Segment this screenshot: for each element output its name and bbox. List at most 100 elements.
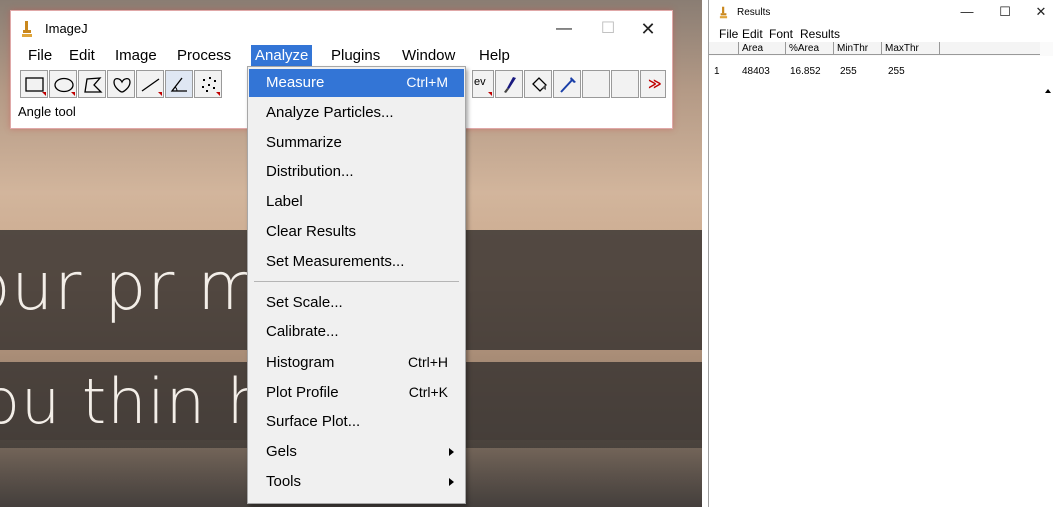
cell-minthr: 255 <box>840 66 857 77</box>
dropper-tool-button[interactable] <box>553 70 581 98</box>
polygon-tool-button[interactable] <box>78 70 106 98</box>
results-title: Results <box>737 7 771 18</box>
close-button[interactable]: ✕ <box>1029 4 1053 20</box>
angle-tool-button[interactable] <box>165 70 193 98</box>
menu-window[interactable]: Window <box>400 45 457 67</box>
maximize-button[interactable]: ☐ <box>588 17 628 41</box>
tool-menu-indicator <box>71 92 75 96</box>
double-chevron-right-icon: ≫ <box>648 76 662 91</box>
column-header-empty <box>940 42 1040 55</box>
results-table-header: Area %Area MinThr MaxThr <box>709 42 1053 93</box>
tool-menu-indicator <box>42 92 46 96</box>
menu-file[interactable]: File <box>26 45 54 67</box>
oval-tool-button[interactable] <box>49 70 77 98</box>
more-tools-button[interactable]: ≫ <box>640 70 666 98</box>
menu-item-label: Summarize <box>266 134 342 151</box>
imagej-app-icon <box>719 6 728 19</box>
menu-item-distribution[interactable]: Distribution... <box>249 158 464 186</box>
imagej-app-icon <box>22 21 32 37</box>
menu-separator <box>254 281 459 282</box>
menu-item-label: Measure <box>266 74 325 91</box>
freehand-icon <box>113 77 131 93</box>
menu-item-clear-results[interactable]: Clear Results <box>249 218 464 246</box>
menu-item-label: Analyze Particles... <box>266 104 394 121</box>
text-tool-button[interactable]: ev <box>472 70 494 98</box>
menu-item-calibrate[interactable]: Calibrate... <box>249 318 464 346</box>
menu-help[interactable]: Help <box>477 45 512 67</box>
menu-item-label: Histogram <box>266 354 335 371</box>
minimize-button[interactable]: — <box>955 4 979 19</box>
submenu-arrow-icon <box>449 448 454 456</box>
empty-tool-slot[interactable] <box>582 70 610 98</box>
menu-process[interactable]: Process <box>175 45 233 67</box>
imagej-menubar: File Edit Image Process Analyze Plugins … <box>11 45 672 67</box>
status-bar: Angle tool <box>18 104 76 119</box>
cell-area: 48403 <box>742 66 770 77</box>
results-menu-file[interactable]: File <box>719 27 738 41</box>
column-header-area[interactable]: Area <box>739 42 786 55</box>
submenu-arrow-icon <box>449 478 454 486</box>
menu-item-label: Set Measurements... <box>266 253 405 270</box>
menu-edit[interactable]: Edit <box>67 45 97 67</box>
cell-percent-area: 16.852 <box>790 66 821 77</box>
angle-icon <box>170 77 187 92</box>
tool-menu-indicator <box>158 92 162 96</box>
maximize-button[interactable]: ☐ <box>993 4 1017 20</box>
point-tool-button[interactable] <box>194 70 222 98</box>
column-header-index[interactable] <box>709 42 739 55</box>
menu-item-label: Gels <box>266 443 297 460</box>
menu-item-label: Tools <box>266 473 302 490</box>
menu-item-shortcut: Ctrl+K <box>408 384 448 400</box>
menu-item-analyze-particles[interactable]: Analyze Particles... <box>249 99 464 127</box>
empty-tool-slot[interactable] <box>611 70 639 98</box>
dropper-icon <box>560 77 576 93</box>
close-button[interactable]: ✕ <box>628 17 668 41</box>
menu-item-label: Calibrate... <box>266 323 339 340</box>
freehand-tool-button[interactable] <box>107 70 135 98</box>
menu-item-surface-plot[interactable]: Surface Plot... <box>249 408 464 436</box>
menu-item-shortcut: Ctrl+M <box>406 74 448 90</box>
menu-item-label: Clear Results <box>266 223 357 240</box>
menu-item-set-scale[interactable]: Set Scale... <box>249 289 464 317</box>
analyze-dropdown-menu: Measure Ctrl+M Analyze Particles... Summ… <box>247 66 466 504</box>
polygon-icon <box>84 77 103 93</box>
menu-item-summarize[interactable]: Summarize <box>249 129 464 157</box>
results-titlebar[interactable]: Results — ☐ ✕ <box>709 0 1053 24</box>
menu-item-plot-profile[interactable]: Plot Profile Ctrl+K <box>249 379 464 407</box>
menu-item-label: Distribution... <box>266 163 354 180</box>
results-table-body <box>709 56 1053 507</box>
line-tool-button[interactable] <box>136 70 164 98</box>
menu-item-label-cmd[interactable]: Label <box>249 188 464 216</box>
text-tool-label: ev <box>474 76 486 88</box>
cell-index: 1 <box>714 66 720 77</box>
menu-item-shortcut: Ctrl+H <box>407 354 448 370</box>
column-header-minthr[interactable]: MinThr <box>834 42 882 55</box>
menu-item-set-measurements[interactable]: Set Measurements... <box>249 248 464 276</box>
tool-menu-indicator <box>488 92 492 96</box>
fill-tool-button[interactable] <box>524 70 552 98</box>
results-menu-edit[interactable]: Edit <box>742 27 763 41</box>
menu-item-histogram[interactable]: Histogram Ctrl+H <box>249 349 464 377</box>
rectangle-tool-button[interactable] <box>20 70 48 98</box>
imagej-titlebar[interactable]: ImageJ — ☐ ✕ <box>11 11 672 47</box>
menu-item-tools[interactable]: Tools <box>249 468 464 496</box>
column-header-maxthr[interactable]: MaxThr <box>882 42 940 55</box>
menu-item-gels[interactable]: Gels <box>249 438 464 466</box>
brush-icon <box>504 77 516 93</box>
menu-item-measure[interactable]: Measure Ctrl+M <box>249 69 464 97</box>
menu-image[interactable]: Image <box>113 45 159 67</box>
menu-item-label: Label <box>266 193 303 210</box>
tool-menu-indicator <box>216 92 220 96</box>
menu-analyze[interactable]: Analyze <box>251 45 313 67</box>
bucket-icon <box>532 77 547 92</box>
results-window: Results — ☐ ✕ File Edit Font Results Are… <box>708 0 1053 507</box>
menu-item-label: Surface Plot... <box>266 413 361 430</box>
menu-plugins[interactable]: Plugins <box>329 45 382 67</box>
menu-item-label: Plot Profile <box>266 384 339 401</box>
minimize-button[interactable]: — <box>544 17 584 41</box>
column-header-percent-area[interactable]: %Area <box>786 42 834 55</box>
results-menu-font[interactable]: Font <box>769 27 793 41</box>
cell-maxthr: 255 <box>888 66 905 77</box>
results-menu-results[interactable]: Results <box>800 27 840 41</box>
brush-tool-button[interactable] <box>495 70 523 98</box>
